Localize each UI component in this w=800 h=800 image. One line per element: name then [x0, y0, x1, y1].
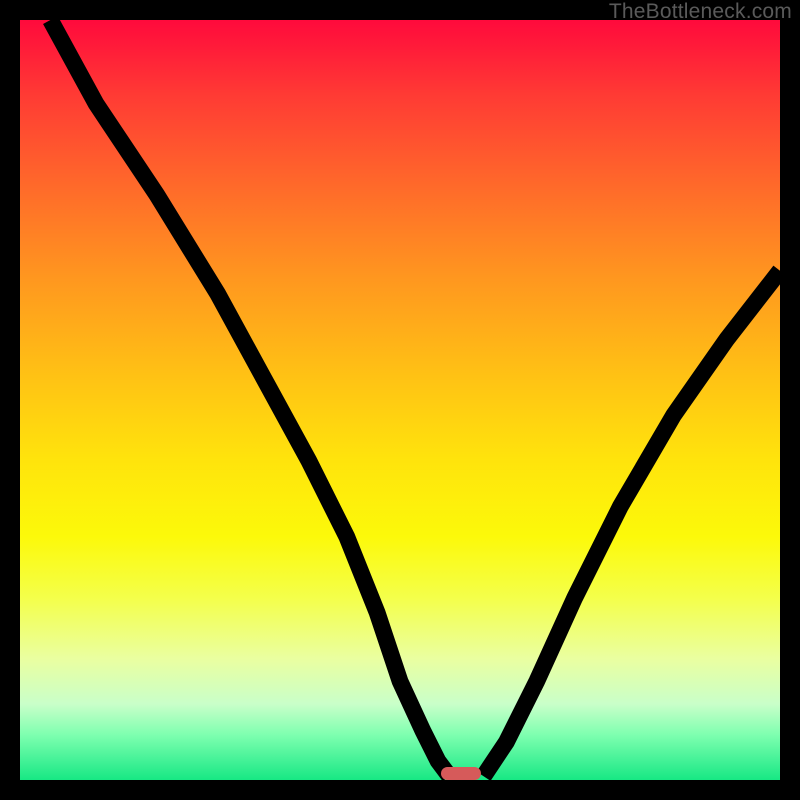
right-curve [484, 271, 780, 776]
watermark-text: TheBottleneck.com [609, 0, 792, 24]
curve-layer [20, 20, 780, 780]
bottleneck-marker [441, 767, 481, 780]
chart-frame: TheBottleneck.com [0, 0, 800, 800]
left-curve [50, 20, 449, 776]
